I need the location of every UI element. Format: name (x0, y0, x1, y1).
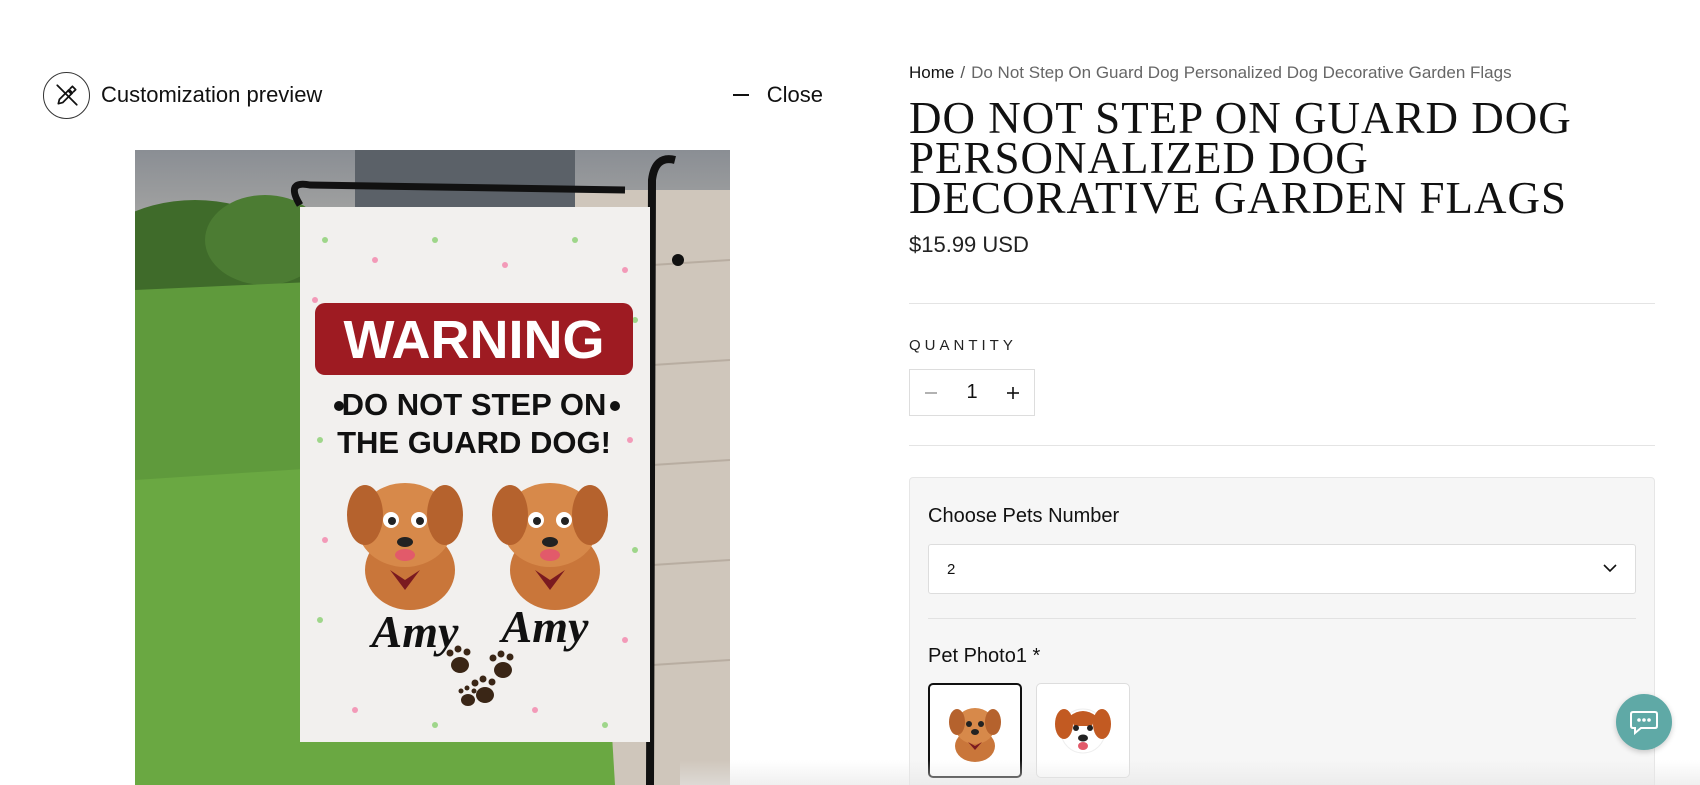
flag-warning-text: WARNING (344, 310, 605, 370)
breadcrumb-separator: / (960, 63, 966, 82)
quantity-label: QUANTITY (909, 337, 1017, 354)
minus-icon (732, 94, 749, 96)
plus-icon[interactable] (1002, 382, 1024, 404)
pets-number-label: Choose Pets Number (928, 505, 1120, 527)
bottom-fade (680, 760, 1700, 785)
edit-off-icon (43, 71, 90, 119)
divider (928, 618, 1636, 619)
chat-icon (1630, 711, 1658, 736)
pets-number-select[interactable]: 2 (928, 544, 1636, 594)
divider (909, 303, 1655, 304)
product-title: Do Not Step On Guard Dog Personalized Do… (909, 93, 1572, 223)
preview-header: Customization preview Close (43, 71, 823, 119)
dog-thumbnail-icon (949, 707, 1001, 762)
minus-icon[interactable] (920, 382, 942, 404)
product-preview-image: WARNING DO NOT STEP ON THE GUARD DOG! Am… (135, 150, 730, 785)
flag-line1-text: DO NOT STEP ON (342, 387, 607, 422)
customization-panel: Choose Pets Number 2 Pet Photo1 * (909, 477, 1655, 785)
chat-button[interactable] (1616, 694, 1672, 750)
flag-name-right: Amy (499, 601, 589, 652)
product-price: $15.99 USD (909, 232, 1029, 257)
quantity-stepper: 1 (909, 369, 1035, 416)
quantity-value[interactable]: 1 (966, 381, 977, 404)
flag-line2-text: THE GUARD DOG! (337, 425, 611, 460)
preview-title: Customization preview (101, 82, 323, 107)
divider (909, 445, 1655, 446)
breadcrumb: Home / Do Not Step On Guard Dog Personaliz… (909, 63, 1512, 83)
pet-photo-label: Pet Photo1 * (928, 645, 1041, 667)
breadcrumb-home-link[interactable]: Home (909, 63, 954, 82)
dog-thumbnail-icon (1055, 708, 1111, 753)
chevron-down-icon (1603, 560, 1617, 578)
close-button[interactable]: Close (732, 71, 823, 119)
pets-number-value: 2 (947, 560, 956, 578)
breadcrumb-current: Do Not Step On Guard Dog Personalized Do… (971, 63, 1512, 82)
close-label: Close (766, 82, 823, 107)
flag-name-left: Amy (369, 606, 459, 657)
